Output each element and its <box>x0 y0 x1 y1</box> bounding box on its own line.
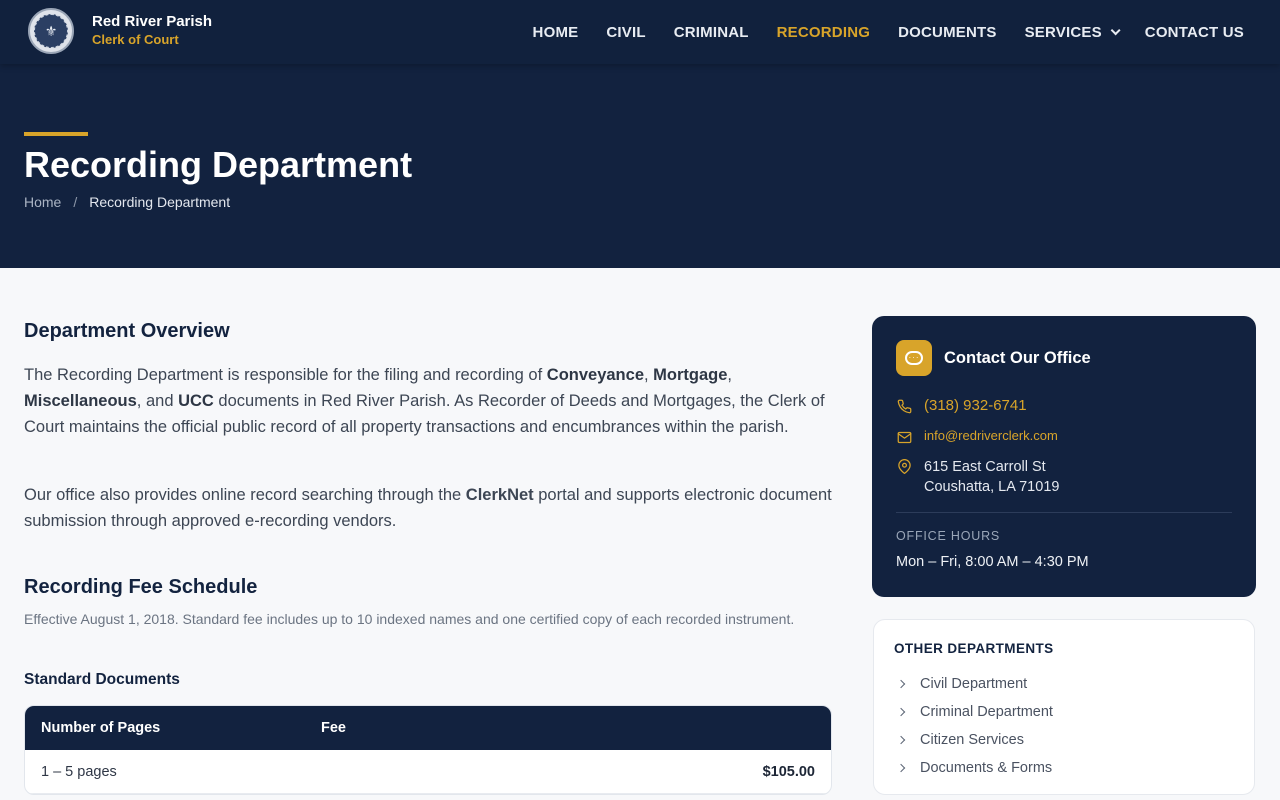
breadcrumb-separator: / <box>73 194 78 210</box>
department-link-label: Criminal Department <box>920 704 1053 720</box>
nav-criminal[interactable]: CRIMINAL <box>674 24 749 41</box>
top-navbar: ⚜ Red River Parish Clerk of Court HOME C… <box>0 0 1280 64</box>
parish-seal-logo: ⚜ <box>28 8 74 54</box>
department-link-label: Documents & Forms <box>920 760 1053 776</box>
nav-home[interactable]: HOME <box>533 24 579 41</box>
cell-pages: 1 – 5 pages <box>41 763 117 780</box>
phone-icon <box>896 398 912 414</box>
column-header-fee: Fee <box>321 720 346 736</box>
fee-table: Number of Pages Fee 1 – 5 pages $105.00 <box>24 705 832 795</box>
contact-email-link[interactable]: info@redriverclerk.com <box>896 428 1058 445</box>
text-segment: Our office also provides online record s… <box>24 486 466 504</box>
office-hours-label: OFFICE HOURS <box>896 529 1001 543</box>
brand-link[interactable]: ⚜ Red River Parish Clerk of Court <box>28 8 212 54</box>
address-line-2: Coushatta, LA 71019 <box>924 479 1060 495</box>
text-segment: , and <box>136 392 179 410</box>
brand-name: Red River Parish <box>92 13 213 30</box>
breadcrumb-current: Recording Department <box>89 194 231 210</box>
bold-conveyance: Conveyance <box>546 366 644 384</box>
other-departments-card: OTHER DEPARTMENTS Civil Department Crimi… <box>873 619 1255 795</box>
office-hours: Mon – Fri, 8:00 AM – 4:30 PM <box>896 554 1089 570</box>
other-departments-title: OTHER DEPARTMENTS <box>894 641 1054 656</box>
contact-divider <box>896 512 1232 513</box>
brand-subtitle: Clerk of Court <box>92 32 179 47</box>
page-hero: Recording Department Home / Recording De… <box>0 64 1280 268</box>
chat-bubble-icon: ··· <box>896 340 932 376</box>
text-segment: The Recording Department is responsible … <box>24 366 547 384</box>
fee-schedule-note: Effective August 1, 2018. Standard fee i… <box>24 611 795 627</box>
chevron-down-icon <box>1110 24 1121 35</box>
department-link-citizen-services[interactable]: Citizen Services <box>894 726 1053 754</box>
text-segment: , <box>644 366 654 384</box>
overview-paragraph-2: Our office also provides online record s… <box>24 482 832 534</box>
department-link-label: Civil Department <box>920 676 1028 692</box>
bold-miscellaneous: Miscellaneous <box>24 392 137 410</box>
department-link-documents-forms[interactable]: Documents & Forms <box>894 754 1053 782</box>
main-menu: HOME CIVIL CRIMINAL RECORDING DOCUMENTS … <box>505 0 1244 64</box>
address-line-1: 615 East Carroll St <box>924 459 1046 475</box>
contact-address: 615 East Carroll St Coushatta, LA 71019 <box>896 457 1059 497</box>
map-pin-icon <box>896 458 912 474</box>
other-departments-list: Civil Department Criminal Department Cit… <box>894 670 1053 782</box>
department-link-civil[interactable]: Civil Department <box>894 670 1053 698</box>
contact-card-title: Contact Our Office <box>944 349 1091 367</box>
page-title: Recording Department <box>24 144 413 185</box>
fee-table-header: Number of Pages Fee <box>25 706 831 750</box>
nav-recording[interactable]: RECORDING <box>777 24 870 41</box>
cell-fee: $105.00 <box>762 763 815 780</box>
chevron-right-icon <box>896 679 906 689</box>
standard-documents-heading: Standard Documents <box>24 671 180 688</box>
bold-clerknet: ClerkNet <box>465 486 534 504</box>
chevron-right-icon <box>896 763 906 773</box>
column-header-pages: Number of Pages <box>41 720 161 736</box>
chevron-right-icon <box>896 735 906 745</box>
bold-ucc: UCC <box>178 392 214 410</box>
nav-services-label: SERVICES <box>1024 23 1102 41</box>
nav-services[interactable]: SERVICES <box>1024 23 1121 41</box>
fee-schedule-heading: Recording Fee Schedule <box>24 576 258 598</box>
seal-emblem-icon: ⚜ <box>34 14 68 48</box>
table-row: 1 – 5 pages $105.00 <box>25 750 831 794</box>
breadcrumb: Home / Recording Department <box>24 194 230 210</box>
bold-mortgage: Mortgage <box>653 366 728 384</box>
contact-card: ··· Contact Our Office (318) 932-6741 in… <box>872 316 1256 597</box>
contact-email: info@redriverclerk.com <box>924 428 1058 443</box>
overview-paragraph-1: The Recording Department is responsible … <box>24 362 832 440</box>
nav-contact-us[interactable]: CONTACT US <box>1145 24 1244 41</box>
nav-documents[interactable]: DOCUMENTS <box>898 24 996 41</box>
chevron-right-icon <box>896 707 906 717</box>
breadcrumb-home-link[interactable]: Home <box>24 194 61 210</box>
department-link-criminal[interactable]: Criminal Department <box>894 698 1053 726</box>
text-segment: , <box>727 366 733 384</box>
mail-icon <box>896 429 912 445</box>
nav-civil[interactable]: CIVIL <box>606 24 645 41</box>
hero-accent-bar <box>24 132 88 136</box>
overview-heading: Department Overview <box>24 320 230 342</box>
contact-phone-link[interactable]: (318) 932-6741 <box>896 397 1027 414</box>
contact-phone: (318) 932-6741 <box>924 397 1027 414</box>
department-link-label: Citizen Services <box>920 732 1024 748</box>
